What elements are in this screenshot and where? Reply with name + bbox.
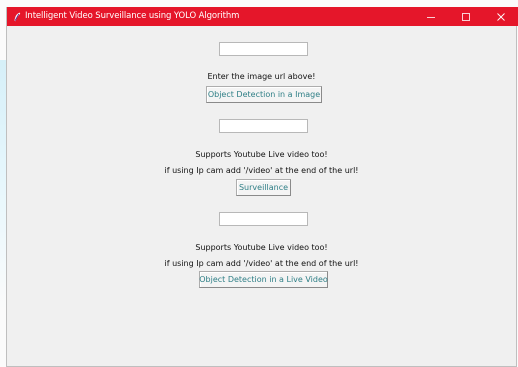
minimize-icon — [426, 7, 436, 26]
object-detection-image-button[interactable]: Object Detection in a Image — [206, 86, 322, 103]
maximize-icon — [461, 7, 471, 26]
surveillance-youtube-note: Supports Youtube Live video too! — [195, 150, 328, 159]
main-content: Enter the image url above! Object Detect… — [7, 26, 516, 366]
feather-icon — [13, 12, 21, 22]
minimize-button[interactable] — [413, 7, 448, 26]
image-url-instruction: Enter the image url above! — [207, 72, 316, 81]
desktop-screen: Intelligent Video Surveillance using YOL… — [0, 0, 518, 367]
live-video-youtube-note: Supports Youtube Live video too! — [195, 243, 328, 252]
close-icon — [496, 7, 506, 26]
title-bar[interactable]: Intelligent Video Surveillance using YOL… — [7, 7, 518, 26]
window-title: Intelligent Video Surveillance using YOL… — [25, 11, 240, 21]
image-url-input[interactable] — [219, 42, 308, 56]
close-button[interactable] — [483, 7, 518, 26]
maximize-button[interactable] — [448, 7, 483, 26]
surveillance-button[interactable]: Surveillance — [236, 179, 291, 196]
surveillance-ipcam-note: if using Ip cam add '/video' at the end … — [164, 166, 359, 175]
live-video-ipcam-note: if using Ip cam add '/video' at the end … — [164, 259, 359, 268]
surveillance-url-input[interactable] — [219, 119, 308, 133]
live-video-url-input[interactable] — [219, 212, 308, 226]
object-detection-live-video-button[interactable]: Object Detection in a Live Video — [199, 271, 328, 288]
app-window: Intelligent Video Surveillance using YOL… — [6, 7, 518, 367]
window-controls — [413, 7, 518, 26]
